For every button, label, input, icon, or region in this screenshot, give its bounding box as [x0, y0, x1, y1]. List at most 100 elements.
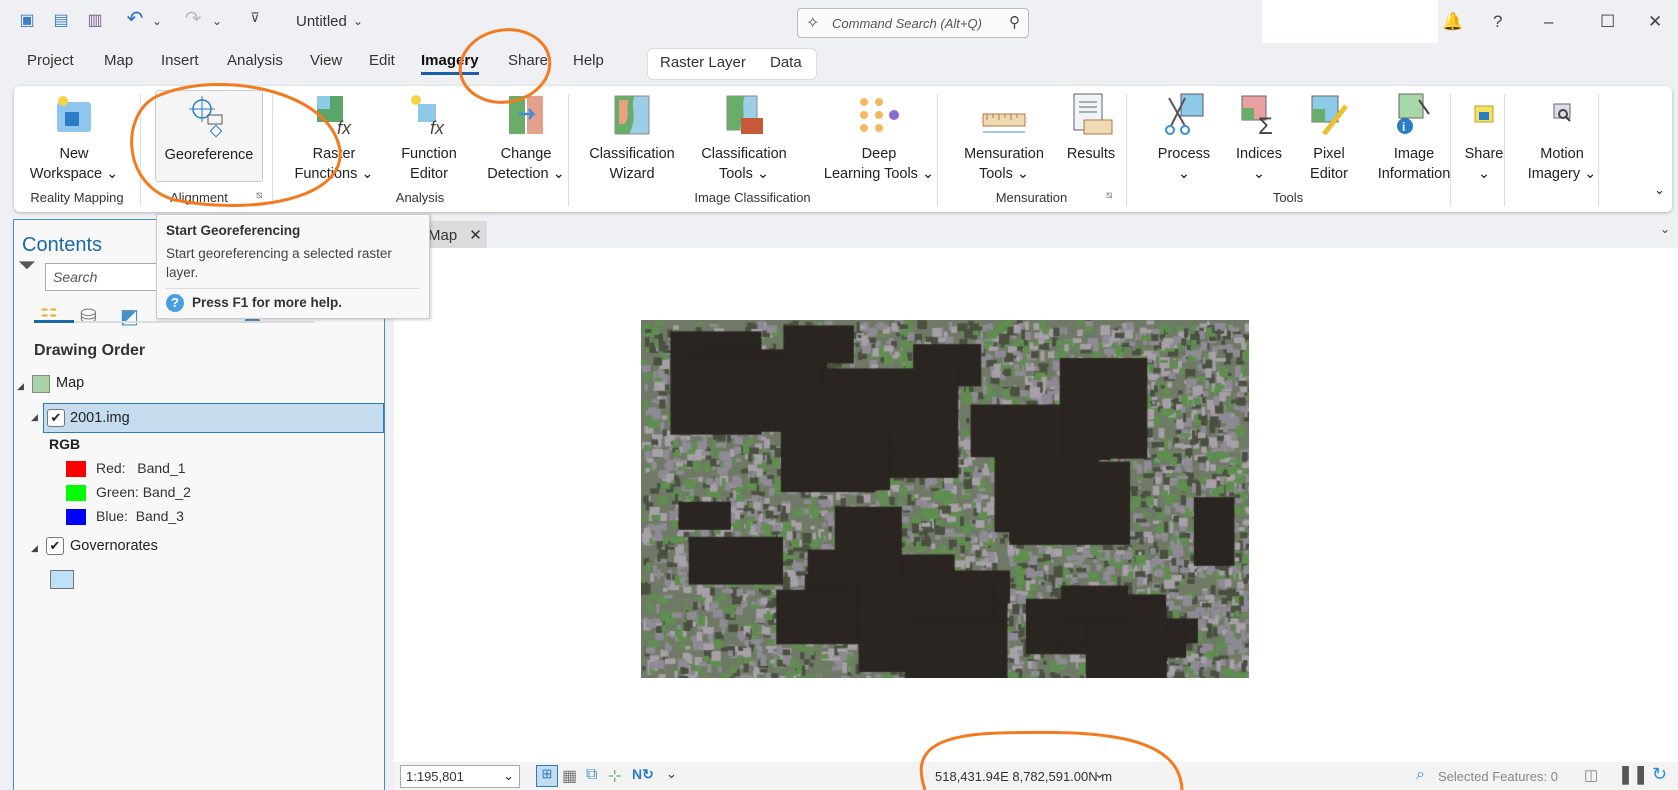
- map-item[interactable]: Map: [56, 375, 84, 391]
- group-label-mensuration: Mensuration: [995, 190, 1068, 205]
- green-swatch: [66, 485, 86, 502]
- undo-dropdown-icon[interactable]: ⌄: [146, 14, 168, 36]
- button-label: Tools ⌄: [978, 166, 1030, 182]
- raster-layer-context-tabs: Raster Layer Data: [647, 48, 817, 80]
- redo-dropdown-icon[interactable]: ⌄: [206, 14, 228, 36]
- close-tab-icon[interactable]: ✕: [469, 227, 482, 244]
- collapse-arrow-icon[interactable]: ◢: [31, 412, 38, 423]
- title-dropdown-icon[interactable]: ⌄: [353, 14, 363, 28]
- classification-tools-button[interactable]: Classification Tools ⌄: [694, 92, 794, 184]
- redo-icon[interactable]: ↷: [182, 6, 204, 30]
- collapse-arrow-icon[interactable]: ◢: [31, 543, 38, 554]
- dialog-launcher-icon[interactable]: ⧅: [1106, 190, 1112, 201]
- maximize-button[interactable]: ☐: [1600, 12, 1615, 32]
- refresh-selection-icon[interactable]: ◫: [1584, 766, 1598, 784]
- close-button[interactable]: ✕: [1648, 12, 1662, 32]
- deep-learning-tools-button[interactable]: Deep Learning Tools ⌄: [814, 92, 944, 184]
- north-arrow-icon[interactable]: N↻: [632, 766, 654, 783]
- list-by-selection-icon[interactable]: ◩: [120, 304, 139, 329]
- scale-select[interactable]: 1:195,801 ⌄: [400, 765, 520, 788]
- selected-features-icon[interactable]: ⌕: [1416, 766, 1425, 784]
- search-icon[interactable]: ⚲: [1009, 13, 1020, 31]
- refresh-icon[interactable]: ↻: [1652, 764, 1667, 785]
- mensuration-tools-button[interactable]: Mensuration Tools ⌄: [954, 92, 1054, 184]
- ruler-icon: [981, 92, 1027, 138]
- tab-raster-layer[interactable]: Raster Layer: [660, 54, 746, 71]
- grid-icon[interactable]: ▦: [562, 766, 577, 786]
- map-view[interactable]: [394, 248, 1678, 762]
- map-tab-label: Map: [428, 227, 458, 244]
- raster-functions-icon: fx: [311, 92, 357, 138]
- tab-insert[interactable]: Insert: [161, 52, 199, 69]
- chevron-down-icon[interactable]: ⌄: [666, 766, 677, 782]
- contents-search-input[interactable]: Search: [45, 263, 165, 291]
- tab-imagery[interactable]: Imagery: [421, 52, 479, 75]
- minimize-button[interactable]: –: [1544, 12, 1553, 32]
- change-detection-button[interactable]: Change Detection ⌄: [476, 92, 576, 184]
- image-information-button[interactable]: i Image Information: [1364, 92, 1464, 184]
- group-label-image-classification: Image Classification: [694, 190, 811, 205]
- help-button[interactable]: ?: [1493, 12, 1502, 32]
- button-label: Motion: [1540, 146, 1584, 162]
- governorates-symbol[interactable]: [50, 570, 74, 589]
- process-button[interactable]: Process ⌄: [1144, 92, 1224, 184]
- function-editor-button[interactable]: fx Function Editor: [389, 92, 469, 184]
- new-workspace-button[interactable]: New Workspace ⌄: [24, 92, 124, 184]
- ribbon-collapse-icon[interactable]: ⌄: [1654, 182, 1665, 198]
- share-button[interactable]: Share ⌄: [1454, 92, 1514, 184]
- undo-icon[interactable]: ↶: [124, 6, 146, 30]
- button-label: Change: [500, 146, 552, 162]
- scale-value: 1:195,801: [406, 769, 464, 784]
- georeference-tooltip: Start Georeferencing Start georeferencin…: [156, 214, 430, 319]
- governorates-visibility-checkbox[interactable]: ✔: [46, 537, 64, 555]
- button-label: Mensuration: [964, 146, 1044, 162]
- pause-drawing-icon[interactable]: ❚❚: [1618, 764, 1648, 785]
- list-by-drawing-order-icon[interactable]: ☷: [40, 304, 58, 329]
- layer-visibility-checkbox[interactable]: ✔: [47, 409, 65, 427]
- collapse-arrow-icon[interactable]: ◢: [17, 381, 24, 392]
- coordinate-units-dropdown-icon[interactable]: ⌄: [1094, 766, 1105, 782]
- button-label: Information: [1377, 166, 1451, 182]
- view-options-dropdown-icon[interactable]: ⌄: [1660, 222, 1670, 236]
- grid-snapping-icon[interactable]: ⊞: [536, 765, 558, 787]
- raster-image-2001[interactable]: [641, 320, 1249, 678]
- new-project-icon[interactable]: ▣: [16, 10, 38, 32]
- tab-edit[interactable]: Edit: [369, 52, 395, 69]
- save-project-icon[interactable]: ▥: [84, 10, 106, 32]
- dialog-launcher-icon[interactable]: ⧅: [256, 190, 262, 201]
- ribbon-content: New Workspace ⌄ Georeference fx Raster Func…: [14, 86, 1672, 212]
- neural-network-icon: [856, 92, 902, 138]
- governorates-layer[interactable]: Governorates: [70, 538, 158, 554]
- button-label: Classification: [589, 146, 675, 162]
- open-project-icon[interactable]: ▤: [50, 10, 72, 32]
- tab-analysis[interactable]: Analysis: [227, 52, 283, 69]
- georeference-button[interactable]: Georeference: [155, 90, 263, 182]
- tab-share[interactable]: Share: [508, 52, 548, 69]
- notification-bell-icon[interactable]: 🔔: [1442, 12, 1463, 32]
- selected-features-count[interactable]: Selected Features: 0: [1438, 769, 1558, 784]
- command-search-input[interactable]: ✧ Command Search (Alt+Q) ⚲: [797, 8, 1029, 38]
- button-label: Detection ⌄: [487, 166, 565, 182]
- filter-icon[interactable]: ⏷: [18, 252, 36, 278]
- constraints-icon[interactable]: ⊹: [608, 766, 621, 786]
- snapping-icon[interactable]: ⧉: [586, 766, 597, 784]
- button-label: Pixel: [1313, 146, 1345, 162]
- raster-functions-button[interactable]: fx Raster Functions ⌄: [289, 92, 379, 184]
- indices-button[interactable]: Σ Indices ⌄: [1224, 92, 1294, 184]
- classification-wizard-button[interactable]: Classification Wizard: [582, 92, 682, 184]
- pixel-editor-button[interactable]: Pixel Editor: [1294, 92, 1364, 184]
- results-button[interactable]: Results: [1056, 92, 1126, 164]
- group-divider: [140, 94, 141, 206]
- list-by-data-source-icon[interactable]: ⛁: [80, 304, 97, 329]
- group-label-analysis: Analysis: [395, 190, 445, 205]
- tab-help[interactable]: Help: [573, 52, 604, 69]
- project-title[interactable]: Untitled: [296, 13, 347, 30]
- layer-2001-img-row[interactable]: ◢ ✔ 2001.img: [31, 403, 384, 433]
- tab-data[interactable]: Data: [770, 54, 802, 71]
- motion-imagery-button[interactable]: Motion Imagery ⌄: [1522, 92, 1602, 184]
- tab-project[interactable]: Project: [27, 52, 74, 69]
- tooltip-title: Start Georeferencing: [166, 223, 301, 238]
- tab-view[interactable]: View: [310, 52, 342, 69]
- tab-map[interactable]: Map: [104, 52, 133, 69]
- customize-toolbar-icon[interactable]: ⊽: [244, 10, 266, 32]
